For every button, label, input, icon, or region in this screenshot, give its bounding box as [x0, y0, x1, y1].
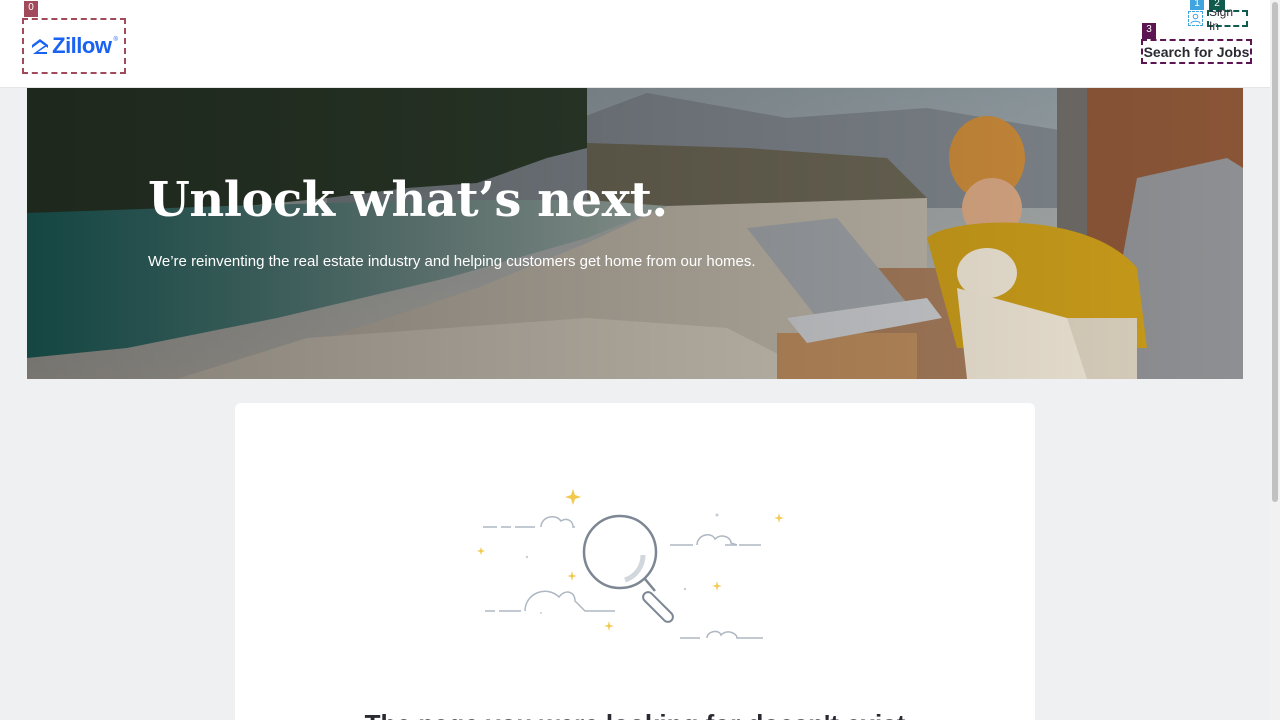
scrollbar-thumb[interactable] [1272, 2, 1278, 502]
magnifying-glass-illustration-icon [477, 489, 784, 639]
hero-subtitle: We’re reinventing the real estate indust… [148, 253, 756, 270]
annotation-tag: 0 [24, 1, 38, 17]
logo-registered-mark: ® [113, 37, 118, 43]
hero-background-image [27, 88, 1243, 379]
not-found-heading: The page you were looking for doesn't ex… [235, 709, 1035, 720]
not-found-card: The page you were looking for doesn't ex… [235, 403, 1035, 720]
site-header: Zillow ® Sign In Search for Jobs [0, 0, 1270, 88]
annotation-tag: 3 [1142, 23, 1156, 39]
annotation-tag: 1 [1190, 0, 1204, 10]
zillow-house-icon [32, 39, 49, 54]
search-for-jobs-button[interactable]: Search for Jobs [1141, 39, 1252, 64]
user-icon[interactable] [1188, 11, 1203, 26]
page-scrollbar[interactable] [1270, 0, 1280, 720]
logo-wordmark: Zillow [52, 33, 112, 58]
hero-banner: Unlock what’s next. We’re reinventing th… [27, 88, 1243, 379]
sign-in-link[interactable]: Sign In [1207, 5, 1248, 33]
zillow-logo: Zillow ® [30, 33, 118, 59]
annotation-tag: 2 [1209, 0, 1225, 10]
zillow-logo-link[interactable]: Zillow ® [22, 18, 126, 74]
hero-title: Unlock what’s next. [148, 172, 668, 228]
